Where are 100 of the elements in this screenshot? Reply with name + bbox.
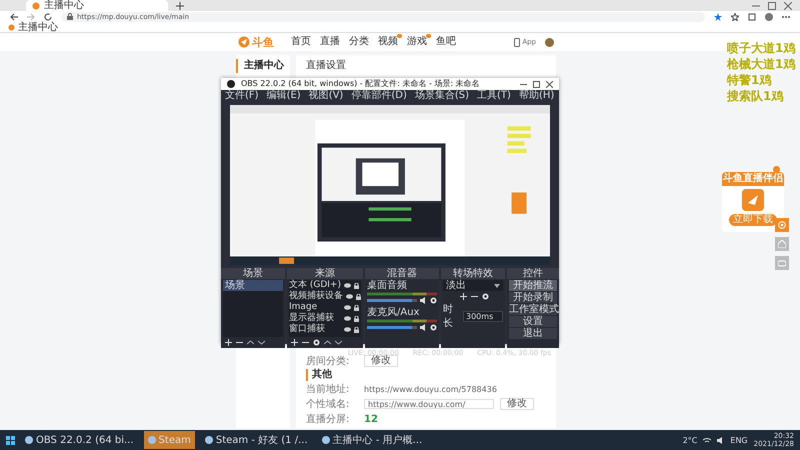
gear-icon: [482, 293, 488, 300]
menu-item[interactable]: 工具(T): [477, 90, 511, 102]
taskbar-item[interactable]: Steam - 好友 (1 /...: [200, 431, 312, 449]
star-icon: [714, 12, 722, 20]
home-button[interactable]: [775, 237, 789, 251]
overlay-text: 喷子大道1鸡: [727, 40, 796, 56]
plus-icon: [291, 339, 298, 346]
plus-icon: [176, 2, 184, 10]
page-icon: [8, 24, 15, 30]
dock-title: 转场特效: [441, 268, 505, 279]
sidebar-item[interactable]: 主播中心: [236, 59, 290, 73]
duration-field[interactable]: 300ms: [463, 310, 503, 322]
close-icon: [784, 2, 792, 10]
nav-link[interactable]: 游戏: [407, 35, 427, 49]
control-button[interactable]: 开始推流: [509, 280, 557, 291]
record-button[interactable]: [775, 218, 789, 232]
user-avatar-icon: [545, 38, 554, 46]
app-icon: [148, 436, 156, 444]
profile-icon: [765, 12, 773, 20]
plus-icon: [460, 293, 466, 300]
dock-title: 控件: [507, 268, 559, 279]
edit-button[interactable]: 修改: [364, 355, 398, 367]
home-icon: [778, 240, 786, 248]
control-button[interactable]: 工作室模式: [509, 304, 557, 315]
field-label: 房间分类:: [306, 355, 350, 368]
menu-item[interactable]: 编辑(E): [266, 90, 301, 102]
nav-link[interactable]: 直播: [320, 35, 340, 49]
field-label: 个性域名:: [306, 398, 350, 411]
taskbar-item[interactable]: OBS 22.0.2 (64 bi...: [21, 431, 138, 449]
app-icon: [25, 436, 33, 444]
dock-title: 来源: [287, 268, 363, 279]
window-title: OBS 22.0.2 (64 bit, windows) - 配置文件: 未命名 - 场景: 未命名: [241, 78, 480, 90]
overlay-text: 枪械大道1鸡: [727, 56, 796, 72]
phone-icon: [514, 38, 520, 46]
minus-icon: [302, 339, 309, 346]
volume-meter-icon: [367, 292, 437, 296]
control-button[interactable]: 设置: [509, 316, 557, 327]
overlay-text: 特警1鸡: [727, 72, 772, 88]
edit-button[interactable]: 修改: [500, 398, 534, 410]
field-label: 直播分屏:: [306, 412, 350, 426]
source-item[interactable]: 视频捕获设备: [289, 291, 343, 302]
windows-start-icon: [6, 436, 15, 444]
lock-icon: [354, 282, 359, 288]
address-text: https://www.douyu.com/5788436: [364, 384, 497, 394]
speaker-icon: [420, 324, 427, 331]
app-logo-icon: [742, 189, 764, 211]
control-button[interactable]: 开始录制: [509, 292, 557, 303]
channel-name: 桌面音频: [367, 280, 408, 291]
language-indicator[interactable]: ENG: [730, 436, 748, 444]
nav-link[interactable]: 首页: [291, 35, 311, 49]
menu-item[interactable]: 场景集合(S): [414, 90, 470, 102]
reload-icon: [44, 12, 52, 20]
bookmark[interactable]: 主播中心: [8, 22, 58, 32]
dock-title: 场景: [221, 268, 285, 279]
lock-icon: [67, 13, 73, 20]
favorites-icon: [731, 12, 739, 20]
close-dot-icon: [773, 166, 780, 173]
page-icon: [32, 2, 40, 10]
source-item[interactable]: 文本 (GDI+): [289, 280, 341, 291]
nav-link[interactable]: 分类: [349, 35, 369, 49]
app-icon: [204, 436, 213, 444]
weather-text: 2°C: [682, 436, 698, 444]
transition-dropdown[interactable]: 淡出: [443, 280, 503, 291]
domain-input[interactable]: https://www.douyu.com/: [364, 399, 494, 409]
minus-icon: [236, 339, 243, 346]
field-label: 当前地址:: [306, 382, 350, 396]
caret-icon: [494, 284, 500, 288]
wifi-icon: [703, 436, 712, 444]
menu-item[interactable]: 文件(F): [225, 90, 259, 102]
maximize-icon: [768, 2, 776, 10]
nav-link[interactable]: 鱼吧: [436, 35, 456, 49]
dropdown-value: 淡出: [446, 280, 466, 291]
scene-item[interactable]: 场景: [223, 280, 283, 291]
minus-icon: [470, 293, 478, 300]
source-item[interactable]: 显示器捕获: [289, 313, 341, 324]
source-item[interactable]: Image: [289, 302, 341, 313]
back-arrow-icon: [10, 12, 18, 20]
source-item[interactable]: 窗口捕获: [289, 324, 341, 335]
control-button[interactable]: 退出: [509, 328, 557, 339]
overlay-text: 搜索队1鸡: [727, 88, 784, 104]
lock-icon: [354, 316, 359, 322]
nav-link[interactable]: 视频: [378, 35, 398, 49]
app-icon: [322, 436, 330, 444]
maximize-icon: [533, 80, 540, 88]
obs-logo-icon: [227, 80, 235, 88]
menu-item[interactable]: 帮助(H): [518, 90, 554, 102]
lock-icon: [354, 326, 359, 332]
speaker-icon: [420, 297, 427, 304]
menu-item[interactable]: 停靠部件(D): [351, 90, 407, 102]
feedback-button[interactable]: [775, 256, 789, 270]
lock-icon: [356, 294, 361, 300]
speaker-icon: [717, 436, 724, 444]
dock-title: 混音器: [365, 268, 439, 279]
taskbar-item[interactable]: 主播中心 - 用户概...: [318, 431, 426, 449]
duration-label: 时长: [443, 302, 454, 330]
plus-icon: [225, 339, 232, 346]
section-title: 直播设置: [306, 59, 347, 73]
lock-icon: [354, 304, 359, 310]
menu-item[interactable]: 视图(V): [308, 90, 344, 102]
count-text: 12: [364, 414, 378, 424]
